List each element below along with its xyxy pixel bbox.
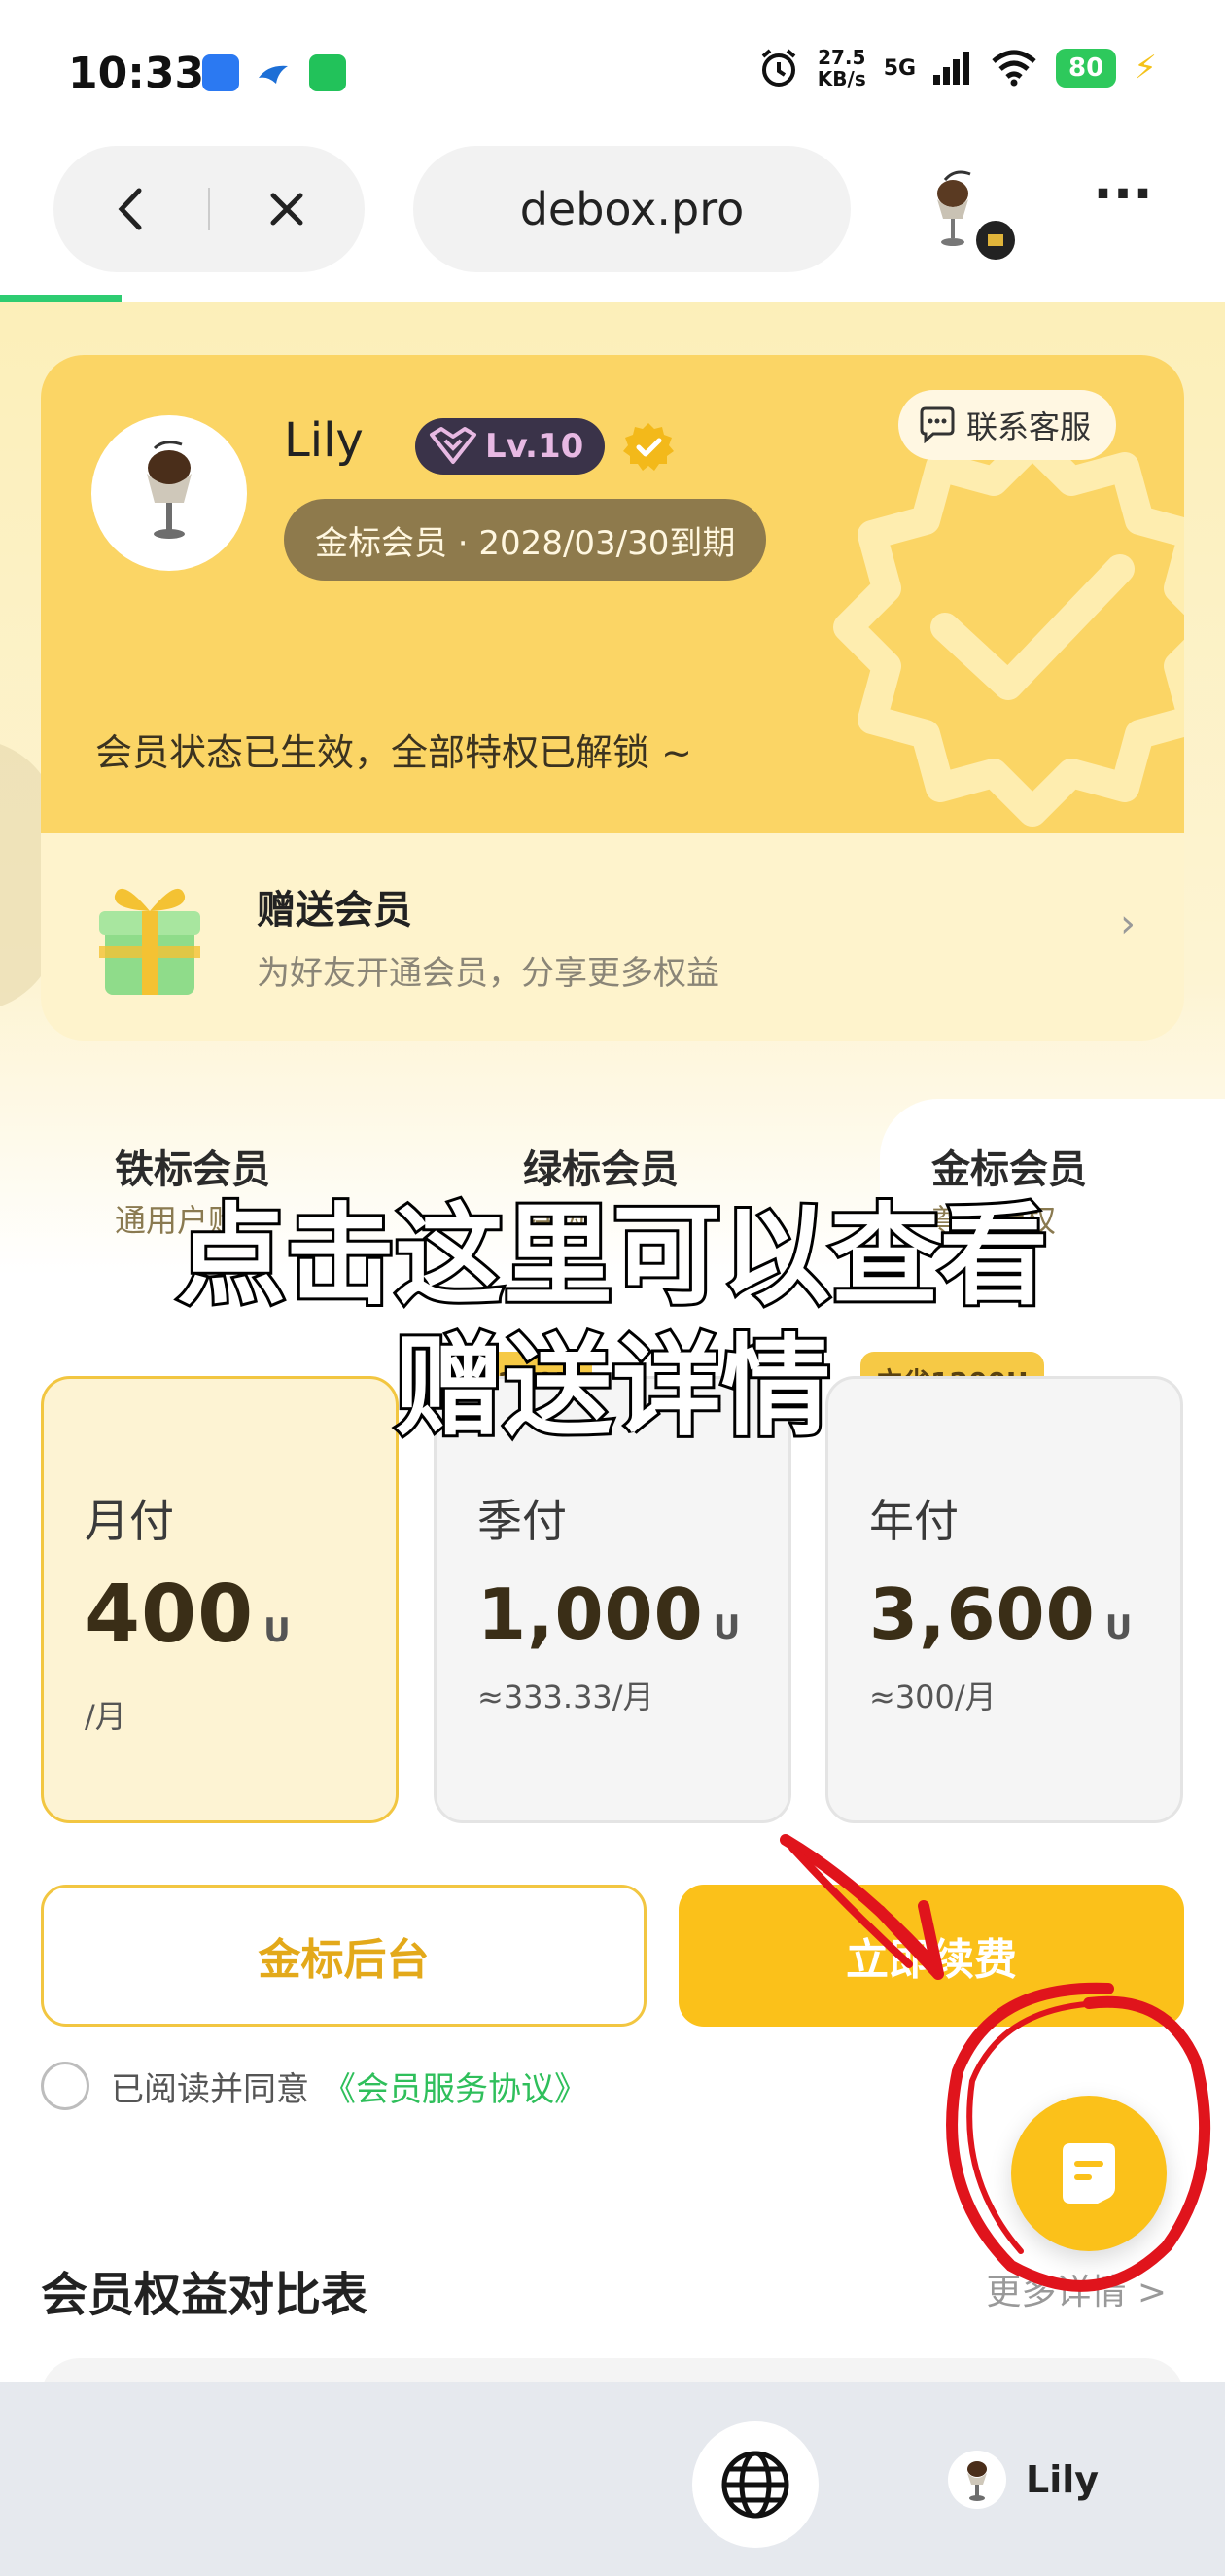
- chat-app-icon: [309, 54, 346, 91]
- avatar-image-icon: [147, 441, 192, 539]
- message-icon: [1063, 2143, 1115, 2204]
- bottom-bar: Lily: [0, 2382, 1225, 2576]
- signal-label: 5G: [883, 55, 917, 81]
- chevron-right-icon: ›: [1120, 901, 1136, 946]
- gold-admin-button[interactable]: 金标后台: [41, 1885, 647, 2027]
- contact-label: 联系客服: [966, 408, 1092, 445]
- page-load-progress: [0, 295, 122, 302]
- more-menu-button[interactable]: ···: [1079, 168, 1167, 243]
- globe-button[interactable]: [692, 2421, 819, 2548]
- bottom-username: Lily: [1026, 2458, 1100, 2501]
- plan-price: 1,000 U: [477, 1573, 742, 1655]
- renew-button[interactable]: 立即续费: [679, 1885, 1184, 2027]
- nav-controls: [53, 146, 365, 272]
- gift-title: 赠送会员: [257, 888, 412, 933]
- tab-iron-member[interactable]: 铁标会员: [115, 1138, 270, 1194]
- status-right: 27.5 KB/s 5G 80 ⚡: [757, 47, 1157, 89]
- profile-avatar[interactable]: [91, 415, 247, 571]
- bottom-avatar: [948, 2451, 1006, 2509]
- agreement-row: 已阅读并同意 《会员服务协议》: [41, 2062, 587, 2110]
- tab-gold-member[interactable]: 金标会员: [931, 1138, 1087, 1194]
- url-bar[interactable]: debox.pro: [413, 146, 851, 272]
- charging-icon: ⚡: [1134, 49, 1157, 88]
- profile-name: Lily: [284, 413, 364, 468]
- agreement-text: 已阅读并同意: [111, 2069, 309, 2109]
- close-icon: [270, 193, 303, 226]
- plan-price: 400 U: [85, 1569, 292, 1661]
- back-button[interactable]: [53, 146, 208, 272]
- overlay-caption-line1: 点击这里可以查看: [174, 1190, 1051, 1323]
- status-time: 10:33: [68, 49, 205, 98]
- gold-verified-icon: [623, 423, 674, 471]
- plan-per-month: ≈300/月: [869, 1678, 997, 1715]
- plan-per-month: ≈333.33/月: [477, 1678, 654, 1715]
- level-text: Lv.10: [485, 427, 584, 466]
- video-app-icon: [202, 54, 239, 91]
- tab-green-member[interactable]: 绿标会员: [523, 1138, 679, 1194]
- overlay-caption-line2: 赠送详情: [392, 1322, 833, 1454]
- gift-box-icon: [99, 888, 200, 995]
- plan-name: 季付: [477, 1495, 567, 1547]
- status-bar: 10:33 27.5 KB/s 5G 80 ⚡: [0, 0, 1225, 146]
- close-button[interactable]: [210, 146, 365, 272]
- net-speed: 27.5 KB/s: [817, 46, 866, 90]
- globe-icon: [721, 2451, 789, 2519]
- plan-per-month: /月: [85, 1698, 126, 1735]
- heart-level-icon: [423, 423, 483, 470]
- level-badge: Lv.10: [415, 418, 605, 475]
- site-avatar-icon[interactable]: [924, 160, 1021, 267]
- agreement-checkbox[interactable]: [41, 2062, 89, 2110]
- floating-chat-button[interactable]: [1011, 2096, 1167, 2251]
- plan-price: 3,600 U: [869, 1573, 1134, 1655]
- gift-subtitle: 为好友开通会员，分享更多权益: [257, 954, 719, 993]
- overlay-caption: 点击这里可以查看 赠送详情: [0, 1190, 1225, 1454]
- plan-name: 月付: [85, 1495, 174, 1547]
- more-details-link[interactable]: 更多详情 >: [986, 2264, 1167, 2314]
- benefits-compare-title: 会员权益对比表: [41, 2268, 368, 2322]
- chevron-left-icon: [118, 188, 141, 230]
- membership-status-message: 会员状态已生效，全部特权已解锁 ~: [95, 731, 692, 774]
- verified-badge-decoration-icon: [833, 428, 1184, 827]
- contact-support-button[interactable]: 联系客服: [898, 390, 1117, 460]
- membership-expiry: 金标会员 · 2028/03/30到期: [284, 499, 767, 581]
- plan-name: 年付: [869, 1495, 959, 1547]
- alarm-icon: [761, 49, 796, 87]
- agreement-link[interactable]: 《会员服务协议》: [323, 2063, 587, 2110]
- battery-indicator: 80: [1056, 49, 1117, 88]
- gift-membership-row[interactable]: 赠送会员 为好友开通会员，分享更多权益 ›: [41, 833, 1184, 1041]
- bird-app-icon: [255, 54, 292, 91]
- bottom-user[interactable]: Lily: [948, 2451, 1099, 2509]
- membership-card: Lily Lv.10 金标会员 · 2028/03/30到期 联系客服 会员状态…: [41, 355, 1184, 1041]
- wifi-icon: [992, 50, 1036, 87]
- signal-bars-icon: [933, 52, 970, 85]
- chat-bubble-icon: [920, 406, 955, 443]
